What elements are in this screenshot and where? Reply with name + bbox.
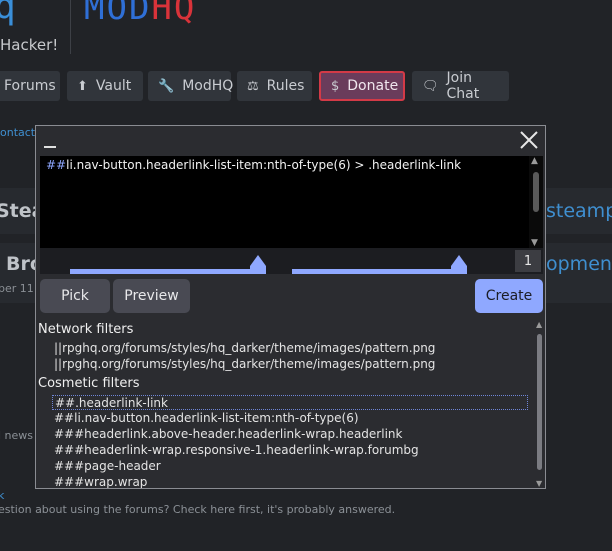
minimize-button[interactable] (42, 128, 60, 152)
preview-button[interactable]: Preview (113, 279, 190, 313)
depth-value: 1 (515, 250, 541, 272)
nav-donate-label: Donate (347, 78, 399, 94)
candidate-filters-panel: Network filters ||rpghq.org/forums/style… (38, 320, 535, 488)
close-button[interactable] (517, 128, 541, 152)
scales-icon: ⚖ (247, 78, 259, 94)
forum-row-2-date: ber 11 (0, 282, 34, 295)
logo-divider (70, 0, 71, 54)
nav-donate-button[interactable]: $ Donate (319, 71, 405, 101)
upload-icon: ⬆ (77, 78, 88, 94)
nav-modhq-button[interactable]: 🔧 ModHQ (148, 71, 234, 101)
cosmetic-rule[interactable]: ###page-header (52, 459, 528, 474)
nav-rules-button[interactable]: ⚖ Rules (237, 71, 312, 101)
faq-description: estion about using the forums? Check her… (0, 503, 396, 516)
depth-slider-knob[interactable] (449, 254, 469, 274)
chat-icon: 🗨 (422, 78, 439, 94)
nav-forums-label: Forums (4, 78, 56, 94)
site-title-hq: HQ (151, 0, 197, 28)
cosmetic-rule[interactable]: ###wrap.wrap (52, 475, 528, 488)
logo-tagline: Hacker! (0, 36, 59, 54)
contact-link[interactable]: ontact (0, 126, 35, 139)
scroll-up-icon[interactable]: ▲ (536, 320, 542, 329)
site-title-mod: MOD (84, 0, 152, 28)
nav-vault-label: Vault (95, 78, 132, 94)
scroll-down-icon[interactable]: ▼ (536, 479, 542, 488)
network-rule[interactable]: ||rpghq.org/forums/styles/hq_darker/them… (52, 357, 528, 372)
editor-scroll-thumb[interactable] (533, 172, 539, 212)
close-icon (520, 131, 538, 149)
cosmetic-rule[interactable]: ###headerlink-wrap.responsive-1.headerli… (52, 443, 528, 458)
slider-row: 1 (40, 248, 543, 274)
cosmetic-rule-selected[interactable]: ##.headerlink-link (52, 395, 528, 410)
cosmetic-rule[interactable]: ##li.nav-button.headerlink-list-item:nth… (52, 411, 528, 426)
nav-join-chat-label: Join Chat (446, 70, 480, 102)
specificity-slider-track (70, 269, 258, 274)
dialog-header[interactable] (36, 126, 545, 156)
nav-rules-label: Rules (266, 78, 305, 94)
scroll-down-icon[interactable]: ▼ (531, 238, 538, 248)
site-logo[interactable]: q Hacker! (0, 0, 70, 55)
depth-slider-track (292, 269, 459, 274)
forum-row-2-link[interactable]: opment. (546, 253, 612, 275)
element-picker-dialog: ##li.nav-button.headerlink-list-item:nth… (35, 125, 546, 489)
filter-selector: li.nav-button.headerlink-list-item:nth-o… (66, 158, 462, 172)
minimize-icon (44, 146, 56, 148)
nav-join-chat-button[interactable]: 🗨 Join Chat (412, 70, 509, 102)
editor-scrollbar[interactable]: ▲ ▼ (529, 156, 543, 248)
specificity-slider-knob[interactable] (248, 254, 268, 274)
specificity-slider[interactable] (70, 255, 266, 274)
news-fragment: l news (0, 429, 34, 442)
network-rule[interactable]: ||rpghq.org/forums/styles/hq_darker/them… (52, 341, 528, 356)
site-title[interactable]: MODHQ (84, 0, 196, 28)
filters-scroll-thumb[interactable] (537, 334, 542, 470)
nav-modhq-label: ModHQ (182, 78, 234, 94)
nav-forums-button[interactable]: Forums (0, 71, 60, 101)
wrench-icon: 🔧 (158, 78, 175, 94)
network-filters-title: Network filters (38, 322, 134, 337)
filters-scrollbar[interactable]: ▲ ▼ (536, 320, 544, 488)
filter-prefix: ## (46, 158, 67, 172)
nav-vault-button[interactable]: ⬆ Vault (67, 71, 143, 101)
logo-mark: q (0, 0, 16, 27)
pick-button[interactable]: Pick (40, 279, 110, 313)
create-button[interactable]: Create (475, 279, 543, 313)
dollar-icon: $ (331, 78, 340, 94)
filter-editor-text[interactable]: ##li.nav-button.headerlink-list-item:nth… (46, 158, 461, 172)
cosmetic-rule[interactable]: ###headerlink.above-header.headerlink-wr… (52, 427, 528, 442)
depth-slider[interactable] (292, 255, 488, 274)
forum-row-1-link[interactable]: steampo (546, 200, 612, 222)
main-navbar: Forums ⬆ Vault 🔧 ModHQ ⚖ Rules $ Donate … (0, 70, 612, 102)
cosmetic-filters-title: Cosmetic filters (38, 376, 140, 391)
scroll-up-icon[interactable]: ▲ (531, 156, 538, 166)
filter-editor[interactable]: ##li.nav-button.headerlink-list-item:nth… (40, 156, 543, 248)
faq-link[interactable]: k (0, 489, 4, 502)
